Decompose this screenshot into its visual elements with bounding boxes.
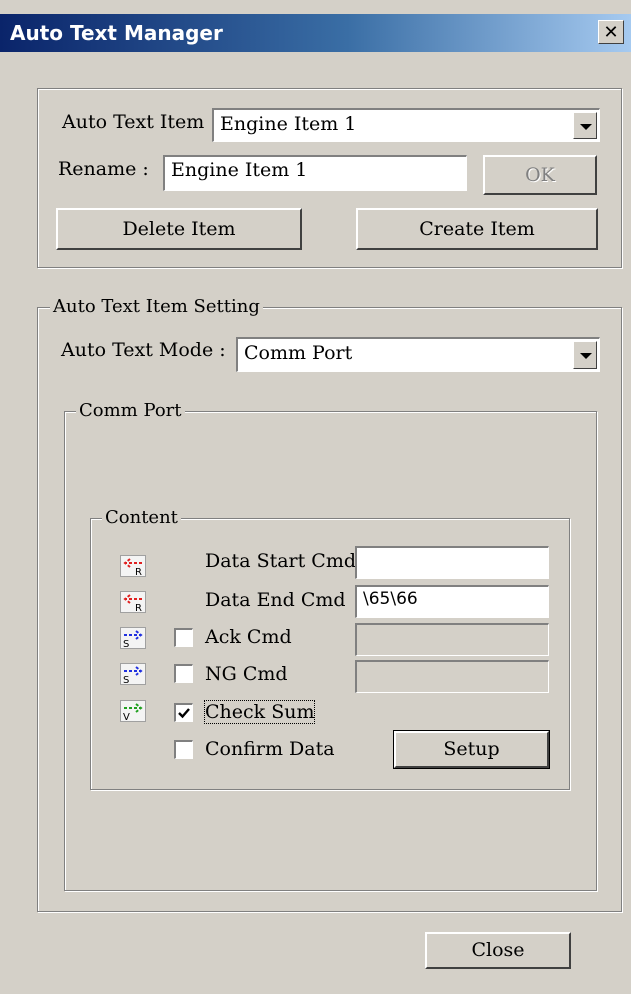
ack-cmd-input[interactable] bbox=[355, 623, 549, 656]
arrow-right-S-blue-icon: S bbox=[120, 627, 146, 649]
dropdown-arrow-icon[interactable] bbox=[573, 341, 597, 369]
svg-text:V: V bbox=[123, 712, 130, 722]
rename-label: Rename : bbox=[58, 158, 149, 180]
auto-text-item-select[interactable]: Engine Item 1 bbox=[212, 108, 600, 142]
ng-cmd-checkbox[interactable] bbox=[174, 664, 193, 683]
close-icon: ✕ bbox=[603, 22, 619, 43]
rename-input[interactable]: Engine Item 1 bbox=[163, 155, 467, 191]
ng-cmd-input[interactable] bbox=[355, 660, 549, 693]
auto-text-manager-window: Auto Text Manager ✕ Auto Text Item Engin… bbox=[0, 0, 631, 994]
ok-button[interactable]: OK bbox=[483, 155, 597, 195]
ng-cmd-label: NG Cmd bbox=[205, 663, 288, 685]
ack-cmd-checkbox[interactable] bbox=[174, 628, 193, 647]
ack-cmd-label: Ack Cmd bbox=[205, 626, 292, 648]
content-title: Content bbox=[102, 507, 181, 528]
auto-text-mode-label: Auto Text Mode : bbox=[61, 339, 226, 361]
setup-button[interactable]: Setup bbox=[393, 730, 550, 769]
create-item-button[interactable]: Create Item bbox=[356, 208, 598, 250]
close-button[interactable]: Close bbox=[425, 932, 571, 969]
arrow-left-R-red-icon: R bbox=[120, 555, 146, 577]
data-start-cmd-input[interactable] bbox=[355, 546, 549, 579]
title-bar[interactable]: Auto Text Manager bbox=[0, 14, 631, 52]
confirm-data-label: Confirm Data bbox=[205, 738, 335, 760]
data-end-cmd-label: Data End Cmd bbox=[205, 589, 346, 611]
svg-text:S: S bbox=[123, 675, 129, 685]
auto-text-mode-select[interactable]: Comm Port bbox=[236, 337, 600, 372]
svg-text:R: R bbox=[135, 603, 142, 613]
comm-port-title: Comm Port bbox=[76, 400, 185, 421]
confirm-data-checkbox[interactable] bbox=[174, 740, 193, 759]
window-title: Auto Text Manager bbox=[10, 21, 223, 45]
data-start-cmd-label: Data Start Cmd bbox=[205, 550, 357, 572]
svg-text:R: R bbox=[135, 567, 142, 577]
delete-item-button[interactable]: Delete Item bbox=[56, 208, 302, 250]
auto-text-item-label: Auto Text Item bbox=[62, 111, 205, 133]
auto-text-item-value: Engine Item 1 bbox=[220, 113, 357, 135]
check-sum-checkbox[interactable] bbox=[174, 703, 193, 722]
arrow-right-V-green-icon: V bbox=[120, 700, 146, 722]
checkmark-icon bbox=[178, 708, 190, 719]
auto-text-mode-value: Comm Port bbox=[244, 342, 353, 364]
svg-text:S: S bbox=[123, 639, 129, 649]
check-sum-label: Check Sum bbox=[203, 700, 316, 724]
arrow-right-S-blue-icon: S bbox=[120, 663, 146, 685]
dropdown-arrow-icon[interactable] bbox=[573, 112, 597, 139]
arrow-left-R-red-icon: R bbox=[120, 591, 146, 613]
data-end-cmd-input[interactable]: \65\66 bbox=[355, 585, 549, 618]
item-setting-title: Auto Text Item Setting bbox=[50, 296, 263, 317]
close-window-button[interactable]: ✕ bbox=[598, 20, 624, 44]
